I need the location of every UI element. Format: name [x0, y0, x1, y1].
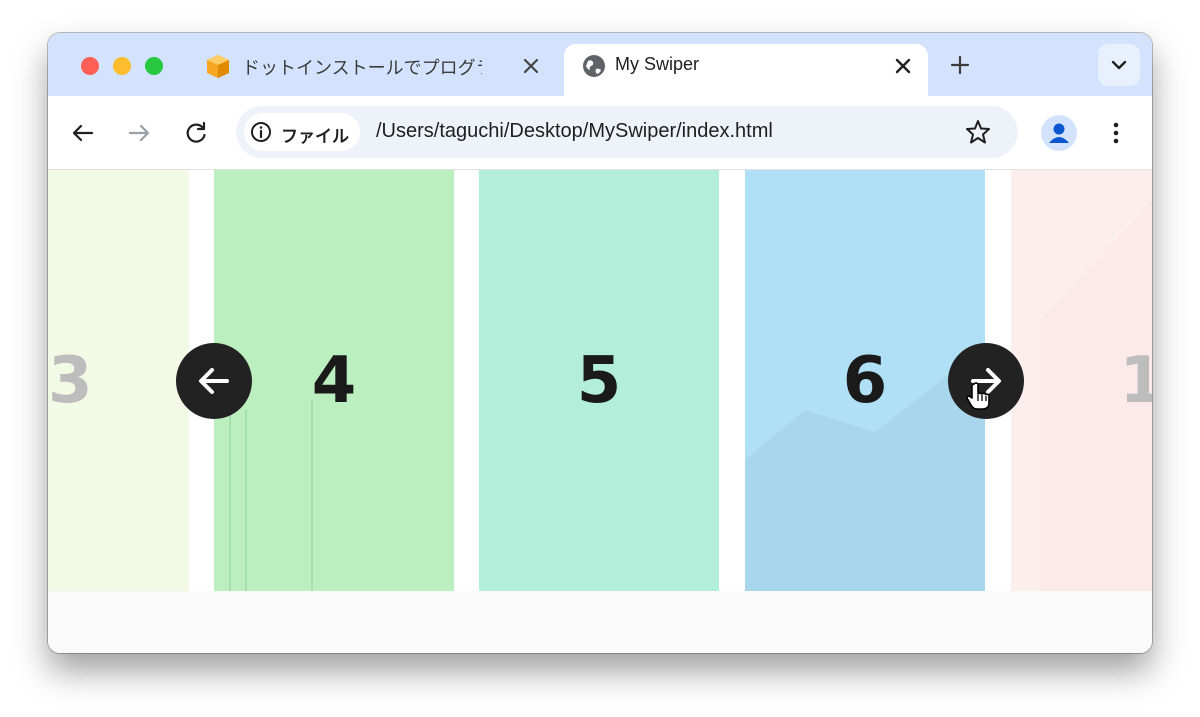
slide-number: 5 [576, 343, 622, 418]
tab-title: My Swiper [615, 54, 700, 74]
hand-cursor-icon [966, 382, 990, 410]
info-icon [251, 122, 271, 142]
slide-3[interactable]: 3 [48, 170, 189, 591]
tab-title: ドットインストールでプログラミング [242, 58, 482, 78]
more-vert-icon[interactable] [1102, 118, 1130, 148]
page-content: 3 4 5 6 1 [48, 170, 1152, 653]
profile-avatar[interactable] [1041, 115, 1077, 151]
arrow-left-icon [199, 368, 229, 394]
window-minimize-button[interactable] [113, 57, 131, 75]
slide-number: 3 [48, 343, 93, 418]
toolbar: ファイル /Users/taguchi/Desktop/MySwiper/ind… [48, 96, 1152, 170]
tab-search-button[interactable] [1098, 44, 1140, 86]
person-icon [1049, 123, 1069, 143]
slide-5[interactable]: 5 [479, 170, 719, 591]
bookmark-star-icon[interactable] [963, 117, 993, 147]
close-tab-icon[interactable] [890, 53, 916, 79]
box-favicon-icon [207, 55, 229, 78]
back-arrow-icon[interactable] [68, 118, 98, 148]
url-text[interactable]: /Users/taguchi/Desktop/MySwiper/index.ht… [376, 120, 773, 143]
tab-dotinstall[interactable]: ドットインストールでプログラミング [188, 44, 548, 96]
globe-icon [583, 55, 605, 77]
close-tab-icon[interactable] [518, 53, 544, 79]
window-close-button[interactable] [81, 57, 99, 75]
site-info-chip[interactable]: ファイル [244, 113, 360, 151]
address-bar[interactable]: ファイル /Users/taguchi/Desktop/MySwiper/ind… [236, 106, 1018, 158]
tab-bar: ドットインストールでプログラミング My Swiper [48, 33, 1152, 96]
reload-icon[interactable] [181, 118, 211, 148]
forward-arrow-icon[interactable] [124, 118, 154, 148]
browser-window: ドットインストールでプログラミング My Swiper [48, 33, 1152, 653]
prev-button[interactable] [176, 343, 252, 419]
tab-my-swiper[interactable]: My Swiper [564, 44, 928, 96]
new-tab-icon[interactable] [945, 50, 975, 80]
site-info-label: ファイル [281, 127, 349, 146]
slide-1[interactable]: 1 [1011, 170, 1152, 591]
window-maximize-button[interactable] [145, 57, 163, 75]
page-footer-area [48, 591, 1152, 653]
slide-number: 1 [1119, 343, 1152, 418]
chevron-down-icon [1111, 60, 1127, 70]
